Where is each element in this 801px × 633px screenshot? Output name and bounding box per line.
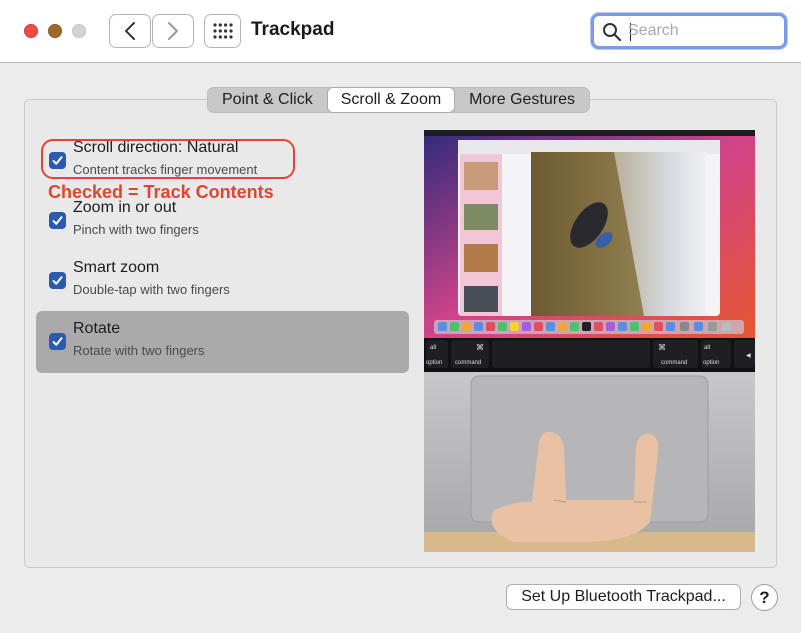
key-alt-left: alt	[430, 345, 437, 351]
chevron-left-icon	[125, 22, 135, 40]
option-label: Zoom in or out	[73, 199, 177, 216]
search-field[interactable]	[591, 13, 787, 49]
key-cmd-symbol-left: ⌘	[476, 343, 484, 352]
search-input[interactable]	[628, 18, 778, 44]
help-button[interactable]: ?	[751, 584, 778, 611]
tab-bar: Point & Click Scroll & Zoom More Gesture…	[207, 87, 590, 113]
option-description: Double-tap with two fingers	[73, 282, 230, 297]
forward-button[interactable]	[152, 14, 194, 48]
zoom-button[interactable]	[72, 24, 86, 38]
annotation-highlight-box	[41, 139, 295, 179]
chevron-right-icon	[168, 22, 178, 40]
search-icon	[603, 23, 622, 42]
option-zoom: Zoom in or out Pinch with two fingers	[36, 190, 409, 252]
back-button[interactable]	[109, 14, 151, 48]
minimize-button[interactable]	[48, 24, 62, 38]
tab-point-click[interactable]: Point & Click	[208, 88, 327, 112]
key-command-right: command	[661, 360, 687, 366]
tab-scroll-zoom[interactable]: Scroll & Zoom	[326, 87, 456, 113]
checkmark-icon	[52, 276, 63, 285]
key-option-right: option	[703, 360, 719, 366]
checkmark-icon	[52, 216, 63, 225]
rotate-checkbox[interactable]	[49, 333, 66, 350]
option-rotate[interactable]: Rotate Rotate with two fingers	[36, 311, 409, 373]
option-label: Rotate	[73, 320, 121, 337]
key-alt-right: alt	[704, 345, 711, 351]
grid-icon	[212, 23, 233, 39]
close-button[interactable]	[24, 24, 38, 38]
option-label: Smart zoom	[73, 259, 160, 276]
zoom-checkbox[interactable]	[49, 212, 66, 229]
smart-zoom-checkbox[interactable]	[49, 272, 66, 289]
option-description: Rotate with two fingers	[73, 343, 205, 358]
key-command-left: command	[455, 360, 481, 366]
title-bar: Trackpad	[0, 0, 801, 63]
window-title: Trackpad	[251, 19, 335, 40]
setup-bluetooth-trackpad-button[interactable]: Set Up Bluetooth Trackpad...	[506, 584, 741, 610]
key-option-left: option	[426, 360, 442, 366]
key-cmd-symbol-right: ⌘	[658, 343, 666, 352]
tab-more-gestures[interactable]: More Gestures	[455, 88, 589, 112]
show-all-button[interactable]	[204, 14, 241, 48]
key-left-arrow: ◀	[746, 352, 751, 359]
gesture-preview-video: alt option ⌘ command ⌘ command alt optio…	[424, 130, 755, 552]
option-smart-zoom: Smart zoom Double-tap with two fingers	[36, 250, 409, 312]
preview-illustration: alt option ⌘ command ⌘ command alt optio…	[424, 130, 755, 552]
option-description: Pinch with two fingers	[73, 222, 199, 237]
checkmark-icon	[52, 337, 63, 346]
